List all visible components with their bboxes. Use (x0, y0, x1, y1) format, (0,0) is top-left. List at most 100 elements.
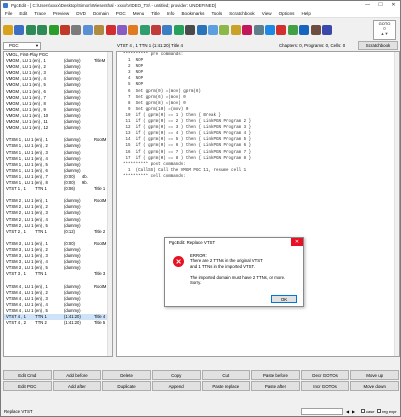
record-icon[interactable] (105, 24, 116, 35)
pgc-list-scrollbar[interactable] (107, 52, 112, 356)
pgc-name: VTSM 1 , LU 1 (en) , 3 (6, 149, 48, 155)
paste-after-button[interactable]: Paste after (251, 381, 300, 391)
pgc-icon[interactable] (242, 24, 253, 35)
minimize-button[interactable]: — (361, 1, 374, 9)
back-icon[interactable] (25, 24, 36, 35)
frame-icon[interactable] (230, 24, 241, 35)
regexp-checkbox[interactable]: reg expr (377, 409, 397, 414)
search-next-button[interactable]: ▶ (352, 409, 355, 414)
decr-gotos-button[interactable]: Decr GOTOs (300, 370, 350, 380)
edit-pgc-button[interactable]: Edit PGC (3, 381, 52, 391)
dialog-message: ERROR: There are 2 TTNs in the original … (190, 253, 286, 286)
ok-button[interactable]: OK (271, 295, 297, 303)
title-icon[interactable] (196, 24, 207, 35)
append-button[interactable]: Append (151, 381, 201, 391)
flag-icon[interactable] (276, 24, 287, 35)
menu-item-tools[interactable]: Tools (211, 11, 222, 16)
pgc-name: VTSM 4 , LU 1 (en) , 1 (6, 283, 48, 289)
pgc-name: VTSM 4 , LU 1 (en) , 3 (6, 295, 48, 301)
menu-item-file[interactable]: File (5, 11, 12, 16)
trace-icon[interactable] (128, 24, 139, 35)
preview-icon[interactable] (264, 24, 275, 35)
incr-gotos-button[interactable]: Incr GOTOs (300, 381, 350, 391)
scratchbook-button[interactable]: Scratchbook (358, 41, 398, 50)
move-up-button[interactable]: Move up (350, 370, 399, 380)
command-list-scrollbar[interactable] (394, 52, 399, 356)
copy-button[interactable]: Copy (151, 370, 201, 380)
close-button[interactable]: ✕ (387, 1, 400, 9)
menu-item-options[interactable]: Options (279, 11, 295, 16)
paste-before-button[interactable]: Paste before (251, 370, 300, 380)
menu-item-view[interactable]: View (262, 11, 272, 16)
menu-item-trace[interactable]: Trace (34, 11, 46, 16)
menu-item-dvd[interactable]: DVD (76, 11, 86, 16)
move-down-button[interactable]: Move down (350, 381, 399, 391)
help-icon[interactable] (321, 24, 332, 35)
open-icon[interactable] (3, 24, 13, 35)
forward-icon[interactable] (37, 24, 48, 35)
play-icon[interactable] (48, 24, 59, 35)
menu-item-menu[interactable]: Menu (133, 11, 145, 16)
maximize-button[interactable]: ☐ (374, 1, 387, 9)
add-after-button[interactable]: Add after (52, 381, 102, 391)
menu-item-info[interactable]: Info (167, 11, 175, 16)
burn-icon[interactable] (310, 24, 321, 35)
pgc-name: VMGM , LU 1 (en) , 5 (6, 82, 46, 88)
pgc-name: VMGM , LU 1 (en) , 3 (6, 70, 46, 76)
menu-item-pgc[interactable]: PGC (116, 11, 126, 16)
pgc-list-item[interactable]: VTST 4 , 2 TTN 2 (1:41:20) Title 5 (4, 320, 112, 326)
paste-icon[interactable] (94, 24, 105, 35)
menu-item-help[interactable]: Help (301, 11, 310, 16)
command-row[interactable]: ********** cell commands: (117, 174, 399, 180)
paste-replace-button[interactable]: Paste replace (201, 381, 251, 391)
regexp-label: reg expr (382, 408, 397, 414)
find-icon[interactable] (162, 24, 173, 35)
menu-item-preview[interactable]: Preview (53, 11, 69, 16)
pgc-name: VTSM 2 , LU 1 (en) , 3 (6, 210, 48, 216)
tool-icon[interactable] (116, 24, 127, 35)
remove-icon[interactable] (151, 24, 162, 35)
edit-cmd-button[interactable]: Edit Cmd (3, 370, 52, 380)
dialog-close-button[interactable]: ✕ (291, 238, 303, 246)
flag2-icon[interactable] (299, 24, 310, 35)
pgc-name: VMGM , LU 1 (en) , 7 (6, 94, 46, 100)
cut-icon[interactable] (71, 24, 82, 35)
chapter-icon[interactable] (208, 24, 219, 35)
goto-spinner[interactable]: ▲▼ (374, 31, 395, 36)
menu-item-title[interactable]: Title (151, 11, 160, 16)
pgc-list[interactable]: VMGL, First-Play PGC VMGM , LU 1 (en) , 1… (3, 51, 113, 357)
play-all-icon[interactable] (173, 24, 184, 35)
menu-item-scratchbook[interactable]: Scratchbook (229, 11, 255, 16)
goto-box[interactable]: GOTO 0 ▲▼ (373, 20, 396, 40)
grid-icon[interactable] (287, 24, 298, 35)
duplicate-button[interactable]: Duplicate (102, 381, 151, 391)
case-checkbox[interactable]: case (361, 409, 374, 414)
cut-button[interactable]: Cut (201, 370, 251, 380)
selected-pgc-label: VTST 4 , 1 TTN 1 (1:41:20) Title 4 (117, 43, 183, 48)
stop-icon[interactable] (59, 24, 70, 35)
menu-item-domain[interactable]: Domain (93, 11, 109, 16)
save-icon[interactable] (14, 24, 25, 35)
pgc-name: VTST 3 , 1 TTN 1 (6, 271, 47, 277)
regexp-checkbox-box[interactable] (377, 409, 381, 413)
pgc-name: VTSM 1 , LU 1 (en) , 7 (6, 173, 48, 179)
delete-button[interactable]: Delete (102, 370, 151, 380)
case-checkbox-box[interactable] (361, 409, 365, 413)
search-input[interactable] (301, 407, 343, 415)
pgc-status-row: PGC ▼ VTST 4 , 1 TTN 1 (1:41:20) Title 4… (1, 41, 400, 50)
pgc-name: VMGM , LU 1 (en) , 8 (6, 100, 46, 106)
pgc-name: VMGM , LU 1 (en) , 6 (6, 88, 46, 94)
pgc-name: VTSM 2 , LU 1 (en) , 4 (6, 216, 48, 222)
add-before-button[interactable]: Add before (52, 370, 102, 380)
menu-item-edit[interactable]: Edit (19, 11, 27, 16)
pgc-selector[interactable]: PGC ▼ (3, 41, 41, 50)
pgc-name: VTSM 3 , LU 1 (en) , 1 (6, 240, 48, 246)
command-list[interactable]: ********** pre commands: 1 NOP 2 NOP 3 N… (116, 51, 400, 357)
copy-icon[interactable] (82, 24, 93, 35)
check-icon[interactable] (139, 24, 150, 35)
menu-item-bookmarks[interactable]: Bookmarks (181, 11, 204, 16)
cell-icon[interactable] (219, 24, 230, 35)
menu-icon[interactable] (185, 24, 196, 35)
search-prev-button[interactable]: ◀ (346, 409, 349, 414)
bookmark-icon[interactable] (253, 24, 264, 35)
